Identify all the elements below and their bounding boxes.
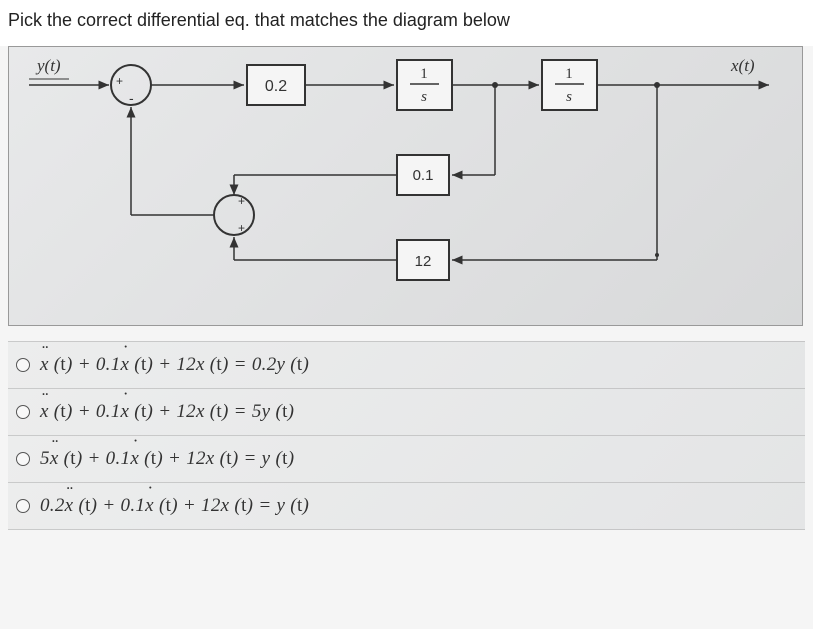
radio-icon: [16, 358, 30, 372]
int1-den: s: [421, 89, 427, 105]
sum2-plus2: +: [238, 221, 245, 235]
radio-icon: [16, 405, 30, 419]
feedback-gain-2-value: 12: [415, 253, 432, 270]
sum2-plus1: +: [238, 194, 245, 208]
question-prompt: Pick the correct differential eq. that m…: [0, 0, 813, 46]
node-dot: [655, 253, 659, 257]
radio-icon: [16, 499, 30, 513]
int2-num: 1: [565, 66, 573, 82]
summing-junction-2: [214, 195, 254, 235]
output-label: x(t): [730, 56, 755, 75]
option-3-text: 5x (t) + 0.1x (t) + 12x (t) = y (t): [40, 448, 294, 470]
option-4-text: 0.2x (t) + 0.1x (t) + 12x (t) = y (t): [40, 495, 309, 517]
option-4[interactable]: 0.2x (t) + 0.1x (t) + 12x (t) = y (t): [8, 483, 805, 530]
answer-options: x (t) + 0.1x (t) + 12x (t) = 0.2y (t) x …: [8, 341, 805, 530]
sum1-plus: +: [116, 74, 123, 88]
gain-main-value: 0.2: [265, 78, 287, 95]
feedback-gain-1-value: 0.1: [413, 167, 434, 184]
block-diagram: y(t) + - 0.2 1 s 1 s x(t) 0.1 12: [8, 46, 803, 326]
int1-num: 1: [420, 66, 428, 82]
input-label: y(t): [35, 56, 61, 75]
option-2-text: x (t) + 0.1x (t) + 12x (t) = 5y (t): [40, 401, 294, 423]
option-1-text: x (t) + 0.1x (t) + 12x (t) = 0.2y (t): [40, 354, 309, 376]
option-2[interactable]: x (t) + 0.1x (t) + 12x (t) = 5y (t): [8, 389, 805, 436]
int2-den: s: [566, 89, 572, 105]
option-1[interactable]: x (t) + 0.1x (t) + 12x (t) = 0.2y (t): [8, 341, 805, 389]
radio-icon: [16, 452, 30, 466]
option-3[interactable]: 5x (t) + 0.1x (t) + 12x (t) = y (t): [8, 436, 805, 483]
sum1-minus: -: [129, 90, 134, 106]
